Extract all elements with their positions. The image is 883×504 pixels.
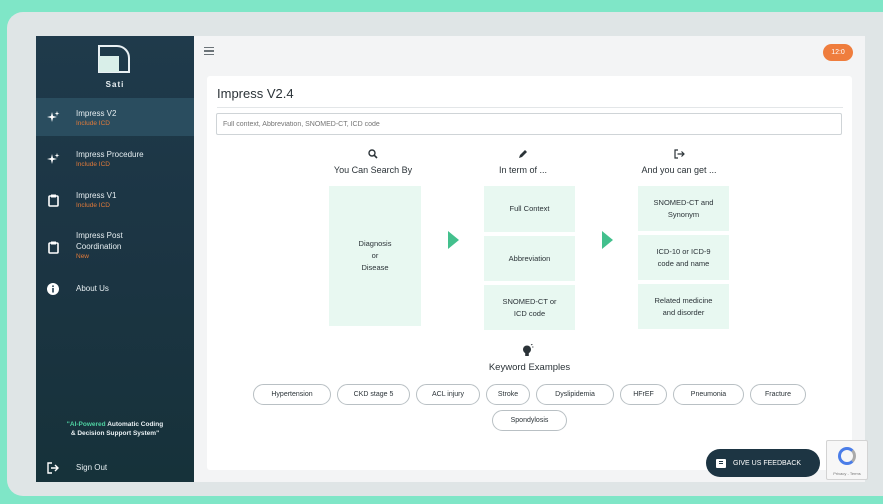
sign-out-icon bbox=[619, 149, 739, 161]
recaptcha-badge[interactable]: Privacy - Terms bbox=[826, 440, 868, 480]
keyword-chip-pneumonia[interactable]: Pneumonia bbox=[673, 384, 744, 405]
feedback-label: GIVE US FEEDBACK bbox=[733, 459, 802, 467]
keyword-chip-fracture[interactable]: Fracture bbox=[750, 384, 806, 405]
search-icon bbox=[313, 149, 433, 161]
keyword-chip-acl-injury[interactable]: ACL injury bbox=[416, 384, 480, 405]
box-line: ICD-10 or ICD-9 bbox=[656, 246, 711, 256]
sati-logo bbox=[98, 45, 130, 73]
sidebar-item-label: About Us bbox=[76, 284, 109, 293]
box-line: Abbreviation bbox=[508, 253, 551, 263]
divider bbox=[217, 107, 843, 108]
box-line: Full Context bbox=[509, 204, 550, 213]
keyword-chip-hypertension[interactable]: Hypertension bbox=[253, 384, 331, 405]
arrow-right-icon bbox=[602, 231, 613, 249]
column-title: And you can get ... bbox=[641, 165, 717, 175]
result-box: ICD-10 or ICD-9 code and name bbox=[638, 235, 729, 280]
lightbulb-icon bbox=[523, 344, 534, 356]
avatar[interactable]: 12:0 bbox=[823, 44, 853, 61]
sidebar-item-label-line2: Coordination bbox=[76, 242, 122, 251]
keyword-chip-stroke[interactable]: Stroke bbox=[486, 384, 530, 405]
box-line: SNOMED-CT and bbox=[653, 197, 714, 207]
column-header-term: In term of ... bbox=[463, 149, 583, 175]
box-line: ICD code bbox=[513, 308, 546, 318]
sidebar-item-sub: New bbox=[76, 253, 90, 260]
column-header-get: And you can get ... bbox=[619, 149, 739, 175]
sparkle-icon bbox=[46, 152, 60, 166]
recaptcha-icon bbox=[838, 447, 856, 465]
sidebar: Sati Impress V2 Include ICD Impress Proc… bbox=[36, 36, 194, 482]
tagline-text: Automatic Coding bbox=[105, 421, 164, 428]
feedback-icon bbox=[716, 458, 726, 468]
keyword-chip-hfref[interactable]: HFrEF bbox=[620, 384, 667, 405]
search-input[interactable] bbox=[216, 113, 842, 135]
keyword-chip-dyslipidemia[interactable]: Dyslipidemia bbox=[536, 384, 614, 405]
sidebar-item-impress-procedure[interactable]: Impress Procedure Include ICD bbox=[36, 140, 194, 178]
box-line: or bbox=[371, 251, 379, 260]
box-line: SNOMED-CT or bbox=[502, 296, 557, 306]
feedback-button[interactable]: GIVE US FEEDBACK bbox=[706, 449, 820, 477]
term-box: SNOMED-CT or ICD code bbox=[484, 285, 575, 330]
arrow-right-icon bbox=[448, 231, 459, 249]
term-box: Full Context bbox=[484, 186, 575, 232]
recaptcha-text: Privacy - Terms bbox=[833, 471, 861, 476]
box-line: Diagnosis bbox=[358, 239, 392, 248]
box-line: and disorder bbox=[662, 307, 705, 317]
sidebar-item-impress-post-coordination[interactable]: Impress Post Coordination New bbox=[36, 224, 194, 272]
info-icon bbox=[46, 282, 60, 296]
sidebar-item-impress-v2[interactable]: Impress V2 Include ICD bbox=[36, 98, 194, 136]
box-line: Synonym bbox=[667, 209, 700, 219]
term-box: Abbreviation bbox=[484, 236, 575, 281]
pencil-icon bbox=[463, 149, 583, 161]
column-header-search: You Can Search By bbox=[313, 149, 433, 175]
sidebar-item-label: Impress V1 bbox=[76, 191, 117, 200]
sidebar-item-sub: Include ICD bbox=[76, 120, 110, 127]
box-line: code and name bbox=[657, 258, 710, 268]
sign-out-button[interactable]: Sign Out bbox=[36, 456, 194, 482]
clipboard-icon bbox=[46, 240, 60, 254]
result-box: Related medicine and disorder bbox=[638, 284, 729, 329]
sidebar-item-label: Impress V2 bbox=[76, 109, 117, 118]
sidebar-item-label: Impress Procedure bbox=[76, 150, 144, 159]
sparkle-icon bbox=[46, 110, 60, 124]
sidebar-item-sub: Include ICD bbox=[76, 202, 110, 209]
sign-out-icon bbox=[46, 461, 60, 475]
tagline: "AI-Powered Automatic Coding & Decision … bbox=[42, 420, 188, 438]
keyword-chip-ckd-stage-5[interactable]: CKD stage 5 bbox=[337, 384, 410, 405]
keyword-examples-title: Keyword Examples bbox=[488, 362, 571, 373]
clipboard-icon bbox=[46, 193, 60, 207]
app-window: Sati Impress V2 Include ICD Impress Proc… bbox=[36, 36, 865, 482]
search-by-box: Diagnosis or Disease bbox=[329, 186, 421, 326]
box-line: Disease bbox=[361, 263, 389, 272]
top-bar: 12:0 bbox=[194, 36, 865, 68]
sidebar-item-sub: Include ICD bbox=[76, 161, 110, 168]
main-card: Impress V2.4 You Can Search By In term o… bbox=[207, 76, 852, 470]
brand-name: Sati bbox=[105, 80, 125, 89]
result-box: SNOMED-CT and Synonym bbox=[638, 186, 729, 231]
tagline-highlight: "AI-Powered bbox=[66, 421, 106, 428]
sidebar-item-about-us[interactable]: About Us bbox=[36, 280, 194, 318]
sidebar-item-impress-v1[interactable]: Impress V1 Include ICD bbox=[36, 182, 194, 220]
menu-icon[interactable] bbox=[204, 47, 214, 56]
tagline-line2: & Decision Support System" bbox=[70, 430, 160, 437]
page-title: Impress V2.4 bbox=[217, 86, 294, 101]
sign-out-label: Sign Out bbox=[76, 463, 108, 472]
column-title: In term of ... bbox=[498, 165, 547, 175]
box-line: Related medicine bbox=[654, 295, 713, 305]
column-title: You Can Search By bbox=[333, 165, 413, 175]
sidebar-item-label: Impress Post bbox=[76, 231, 123, 240]
keyword-chip-spondylosis[interactable]: Spondylosis bbox=[492, 410, 567, 431]
